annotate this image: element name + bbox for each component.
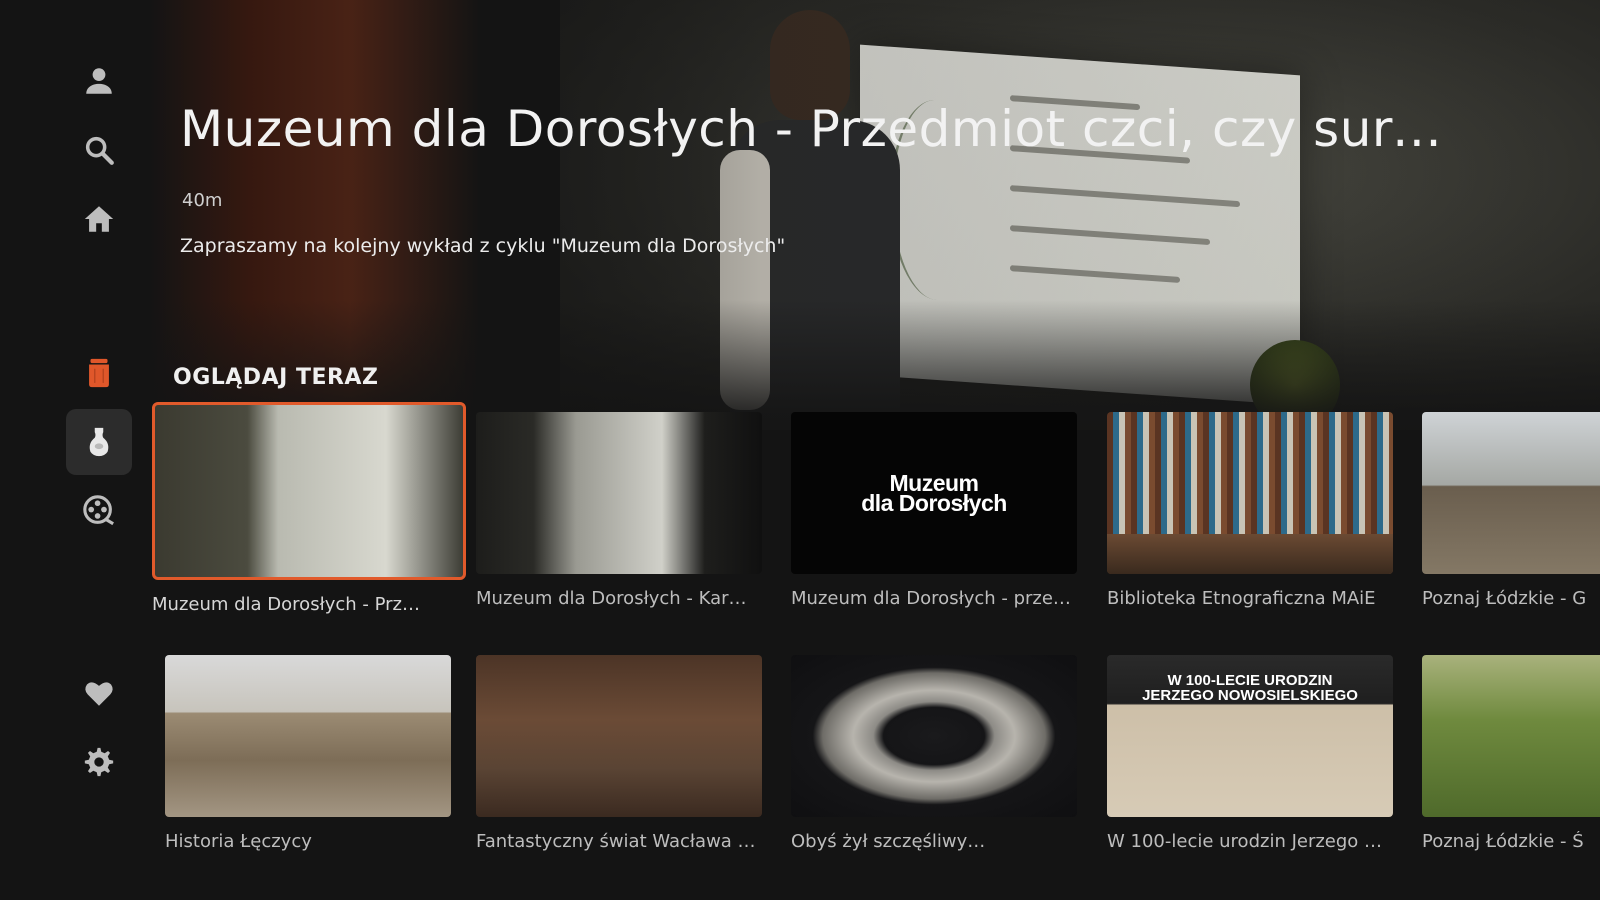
person-icon	[86, 68, 112, 94]
video-title: Poznaj Łódzkie - Ś	[1422, 831, 1584, 852]
video-thumbnail	[1422, 655, 1600, 817]
vase-icon	[89, 427, 109, 457]
logo-line: dla Dorosłych	[861, 490, 1007, 516]
video-title: Poznaj Łódzkie - G	[1422, 588, 1587, 609]
video-thumbnail	[1422, 412, 1600, 574]
poster-line: W 100-LECIE URODZIN	[1167, 672, 1333, 689]
video-title: Historia Łęczycy	[165, 831, 312, 852]
sidebar	[0, 0, 150, 900]
video-card[interactable]: Muzeum dla Dorosłych - Prz…	[152, 402, 466, 615]
video-card[interactable]: Biblioteka Etnograficzna MAiE	[1107, 412, 1393, 609]
nav-favorites[interactable]	[66, 660, 132, 726]
video-title: Muzeum dla Dorosłych - Kar…	[476, 588, 747, 609]
nav-settings[interactable]	[66, 729, 132, 795]
video-thumbnail	[165, 655, 451, 817]
nav-vase[interactable]	[66, 409, 132, 475]
video-thumbnail	[1107, 412, 1393, 574]
main-content: Muzeum dla Dorosłych - Przedmiot czci, c…	[0, 0, 1600, 900]
video-title: Obyś żył szczęśliwy…	[791, 831, 986, 852]
video-card[interactable]: Fantastyczny świat Wacława …	[476, 655, 762, 852]
hero-description: Zapraszamy na kolejny wykład z cyklu "Mu…	[180, 235, 786, 257]
video-thumbnail: Muzeum dla Dorosłych	[791, 412, 1077, 574]
video-thumbnail	[152, 402, 466, 580]
video-title: W 100-lecie urodzin Jerzego …	[1107, 831, 1383, 852]
poster-line: JERZEGO NOWOSIELSKIEGO	[1142, 687, 1358, 704]
video-card[interactable]: W 100-LECIE URODZIN JERZEGO NOWOSIELSKIE…	[1107, 655, 1393, 852]
video-title: Fantastyczny świat Wacława …	[476, 831, 756, 852]
nav-film[interactable]	[66, 478, 132, 544]
film-reel-icon	[83, 495, 114, 526]
video-card[interactable]: Poznaj Łódzkie - Ś	[1422, 655, 1600, 852]
video-thumbnail	[476, 412, 762, 574]
video-card[interactable]: Muzeum dla Dorosłych - Kar…	[476, 412, 762, 609]
nav-profile[interactable]	[66, 48, 132, 114]
gear-icon	[84, 747, 114, 777]
video-card[interactable]: Muzeum dla Dorosłych Muzeum dla Dorosłyc…	[791, 412, 1077, 609]
section-title: OGLĄDAJ TERAZ	[173, 365, 379, 390]
heart-icon	[85, 682, 113, 706]
nav-search[interactable]	[66, 117, 132, 183]
video-thumbnail	[476, 655, 762, 817]
nav-museum-jar[interactable]	[66, 340, 132, 406]
home-icon	[84, 206, 114, 232]
video-thumbnail: W 100-LECIE URODZIN JERZEGO NOWOSIELSKIE…	[1107, 655, 1393, 817]
video-title: Muzeum dla Dorosłych - prze…	[791, 588, 1071, 609]
video-title: Biblioteka Etnograficzna MAiE	[1107, 588, 1376, 609]
museum-logo-text: Muzeum dla Dorosłych	[861, 472, 1007, 516]
video-card[interactable]: Obyś żył szczęśliwy…	[791, 655, 1077, 852]
video-card[interactable]: Poznaj Łódzkie - G	[1422, 412, 1600, 609]
jar-icon	[89, 358, 109, 388]
video-title: Muzeum dla Dorosłych - Prz…	[152, 594, 420, 615]
video-thumbnail	[791, 655, 1077, 817]
video-card[interactable]: Historia Łęczycy	[165, 655, 451, 852]
hero-duration: 40m	[182, 190, 223, 211]
poster-text: W 100-LECIE URODZIN JERZEGO NOWOSIELSKIE…	[1107, 673, 1393, 703]
nav-home[interactable]	[66, 186, 132, 252]
hero-title: Muzeum dla Dorosłych - Przedmiot czci, c…	[180, 100, 1470, 158]
search-icon	[85, 136, 114, 165]
